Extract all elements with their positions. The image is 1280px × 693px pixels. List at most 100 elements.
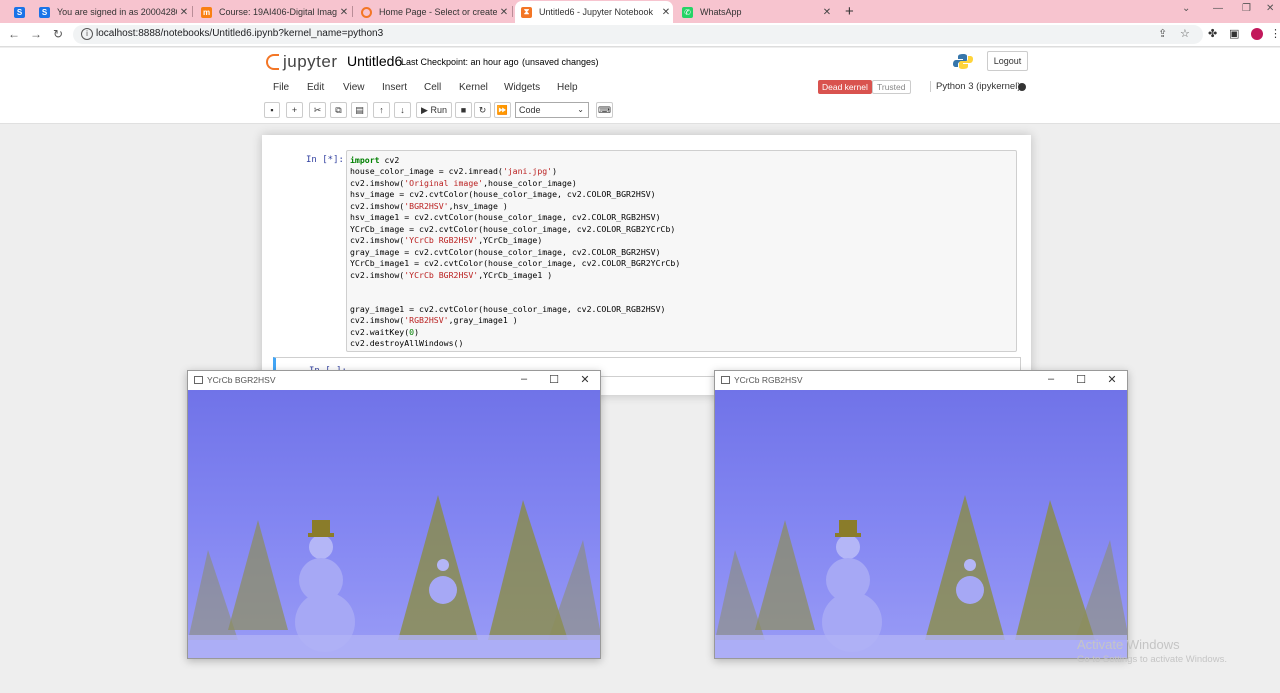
share-icon[interactable]: ⇪ <box>1158 27 1167 40</box>
tab-title: Home Page - Select or create a n <box>379 7 497 17</box>
code-line: cv2.imshow('RGB2HSV',gray_image1 ) <box>350 315 518 326</box>
jupyter-logo[interactable]: jupyter <box>266 52 338 72</box>
site-info-icon[interactable]: i <box>81 28 93 40</box>
menu-edit[interactable]: Edit <box>307 82 324 93</box>
browser-tab[interactable]: ⧗ Untitled6 - Jupyter Notebook ✕ <box>515 1 673 23</box>
move-up-icon[interactable]: ↑ <box>373 102 390 118</box>
whatsapp-icon: ✆ <box>682 6 693 18</box>
close-tab-icon[interactable]: ✕ <box>497 7 511 18</box>
window-titlebar[interactable]: YCrCb RGB2HSV – ☐ ✕ <box>715 371 1127 390</box>
cell-prompt: In [*]: <box>306 155 344 165</box>
opencv-window-ycrcb-rgb2hsv[interactable]: YCrCb RGB2HSV – ☐ ✕ <box>714 370 1128 659</box>
tab-search-icon[interactable]: ⌄ <box>1182 3 1190 14</box>
code-line: hsv_image1 = cv2.cvtColor(house_color_im… <box>350 212 661 223</box>
code-cell-input[interactable]: import cv2 house_color_image = cv2.imread… <box>346 150 1017 352</box>
code-line: cv2.imshow('BGR2HSV',hsv_image ) <box>350 200 508 211</box>
code-line: cv2.imshow('Original image',house_color_… <box>350 177 577 188</box>
forward-icon[interactable]: → <box>28 27 44 41</box>
notebook-name[interactable]: Untitled6 <box>347 53 402 69</box>
browser-tab[interactable]: S You are signed in as 20004280 ✕ <box>33 1 191 23</box>
run-button[interactable]: ▶ Run <box>416 102 452 118</box>
kernel-status-indicator <box>1018 83 1026 91</box>
code-line: cv2.destroyAllWindows() <box>350 338 464 349</box>
unsaved-status: (unsaved changes) <box>522 57 599 67</box>
restart-run-all-icon[interactable]: ⏩ <box>494 102 511 118</box>
save-icon[interactable]: ▪ <box>264 102 280 118</box>
image-display <box>715 390 1127 658</box>
code-line: import cv2 <box>350 155 400 165</box>
notebook-toolbar: ▪ + ✂ ⧉ ▤ ↑ ↓ ▶ Run ■ ↻ ⏩ Code ⌄ ⌨ <box>262 102 1030 120</box>
code-line: YCrCb_image = cv2.cvtColor(house_color_i… <box>350 223 676 234</box>
minimize-icon[interactable]: – <box>517 373 531 385</box>
close-icon[interactable]: ✕ <box>1105 373 1119 386</box>
move-down-icon[interactable]: ↓ <box>394 102 411 118</box>
extensions-icon[interactable]: ✤ <box>1208 27 1217 40</box>
url-text: localhost:8888/notebooks/Untitled6.ipynb… <box>96 28 384 39</box>
close-tab-icon[interactable]: ✕ <box>337 7 351 18</box>
minimize-icon[interactable]: – <box>1044 373 1058 385</box>
code-line: gray_image1 = cv2.cvtColor(house_color_i… <box>350 303 666 314</box>
back-icon[interactable]: ← <box>6 27 22 41</box>
menu-insert[interactable]: Insert <box>382 82 407 93</box>
tab-separator <box>512 6 513 17</box>
minimize-icon[interactable]: — <box>1213 3 1223 14</box>
close-tab-icon[interactable]: ✕ <box>820 7 834 18</box>
menu-help[interactable]: Help <box>557 82 578 93</box>
code-line: hsv_image = cv2.cvtColor(house_color_ima… <box>350 189 656 200</box>
browser-tab[interactable]: S <box>8 1 30 23</box>
dead-kernel-badge[interactable]: Dead kernel <box>818 80 872 94</box>
copy-icon[interactable]: ⧉ <box>330 102 347 118</box>
insert-cell-icon[interactable]: + <box>286 102 303 118</box>
reload-icon[interactable]: ↻ <box>50 27 66 41</box>
restore-icon[interactable]: ❐ <box>1242 3 1251 14</box>
menu-cell[interactable]: Cell <box>424 82 441 93</box>
code-line: YCrCb_image1 = cv2.cvtColor(house_color_… <box>350 258 681 269</box>
window-app-icon <box>721 376 730 384</box>
menu-bar: File Edit View Insert Cell Kernel Widget… <box>262 77 1030 99</box>
sidebar-icon[interactable]: ▣ <box>1229 27 1239 40</box>
restart-icon[interactable]: ↻ <box>474 102 491 118</box>
maximize-icon[interactable]: ☐ <box>547 373 561 386</box>
checkpoint-status: Last Checkpoint: an hour ago <box>401 57 519 67</box>
browser-tab[interactable]: m Course: 19AI406-Digital Image P✕ <box>195 1 351 23</box>
snowman-image <box>188 390 600 658</box>
close-icon[interactable]: ✕ <box>578 373 592 386</box>
python-logo-icon <box>953 54 973 69</box>
tab-title: Course: 19AI406-Digital Image P <box>219 7 337 17</box>
code-line: cv2.imshow('YCrCb BGR2HSV',YCrCb_image1 … <box>350 269 553 280</box>
notebook-container: In [*]: import cv2 house_color_image = cv… <box>262 135 1031 395</box>
close-tab-icon[interactable]: ✕ <box>177 7 191 18</box>
jupyter-icon <box>361 6 372 18</box>
window-app-icon <box>194 376 203 384</box>
close-tab-icon[interactable]: ✕ <box>659 7 673 18</box>
browser-toolbar: ← → ↻ i localhost:8888/notebooks/Untitle… <box>0 23 1280 47</box>
menu-view[interactable]: View <box>343 82 365 93</box>
browser-menu-icon[interactable]: ⋮ <box>1270 27 1280 40</box>
cut-icon[interactable]: ✂ <box>309 102 326 118</box>
menu-kernel[interactable]: Kernel <box>459 82 488 93</box>
maximize-icon[interactable]: ☐ <box>1074 373 1088 386</box>
close-window-icon[interactable]: ✕ <box>1266 3 1274 14</box>
chevron-down-icon: ⌄ <box>577 105 584 114</box>
tab-title: You are signed in as 20004280 <box>57 7 177 17</box>
menu-widgets[interactable]: Widgets <box>504 82 540 93</box>
new-tab-button[interactable]: + <box>845 3 854 20</box>
address-bar[interactable]: i localhost:8888/notebooks/Untitled6.ipy… <box>73 25 1203 44</box>
browser-tab[interactable]: Home Page - Select or create a n✕ <box>355 1 511 23</box>
bookmark-star-icon[interactable]: ☆ <box>1180 27 1190 40</box>
opencv-window-ycrcb-bgr2hsv[interactable]: YCrCb BGR2HSV – ☐ ✕ <box>187 370 601 659</box>
activate-windows-title: Activate Windows <box>1077 637 1180 652</box>
tab-title: WhatsApp <box>700 7 742 17</box>
hourglass-icon: ⧗ <box>521 6 532 18</box>
logout-button[interactable]: Logout <box>987 51 1028 71</box>
cell-type-select[interactable]: Code ⌄ <box>515 102 589 118</box>
command-palette-icon[interactable]: ⌨ <box>596 102 613 118</box>
interrupt-icon[interactable]: ■ <box>455 102 472 118</box>
menu-file[interactable]: File <box>273 82 289 93</box>
browser-tab[interactable]: ✆ WhatsApp ✕ <box>676 1 834 23</box>
paste-icon[interactable]: ▤ <box>351 102 368 118</box>
window-titlebar[interactable]: YCrCb BGR2HSV – ☐ ✕ <box>188 371 600 390</box>
trusted-badge[interactable]: Trusted <box>872 80 911 94</box>
kernel-name: Python 3 (ipykernel) <box>930 81 1020 92</box>
profile-avatar[interactable] <box>1251 28 1263 40</box>
